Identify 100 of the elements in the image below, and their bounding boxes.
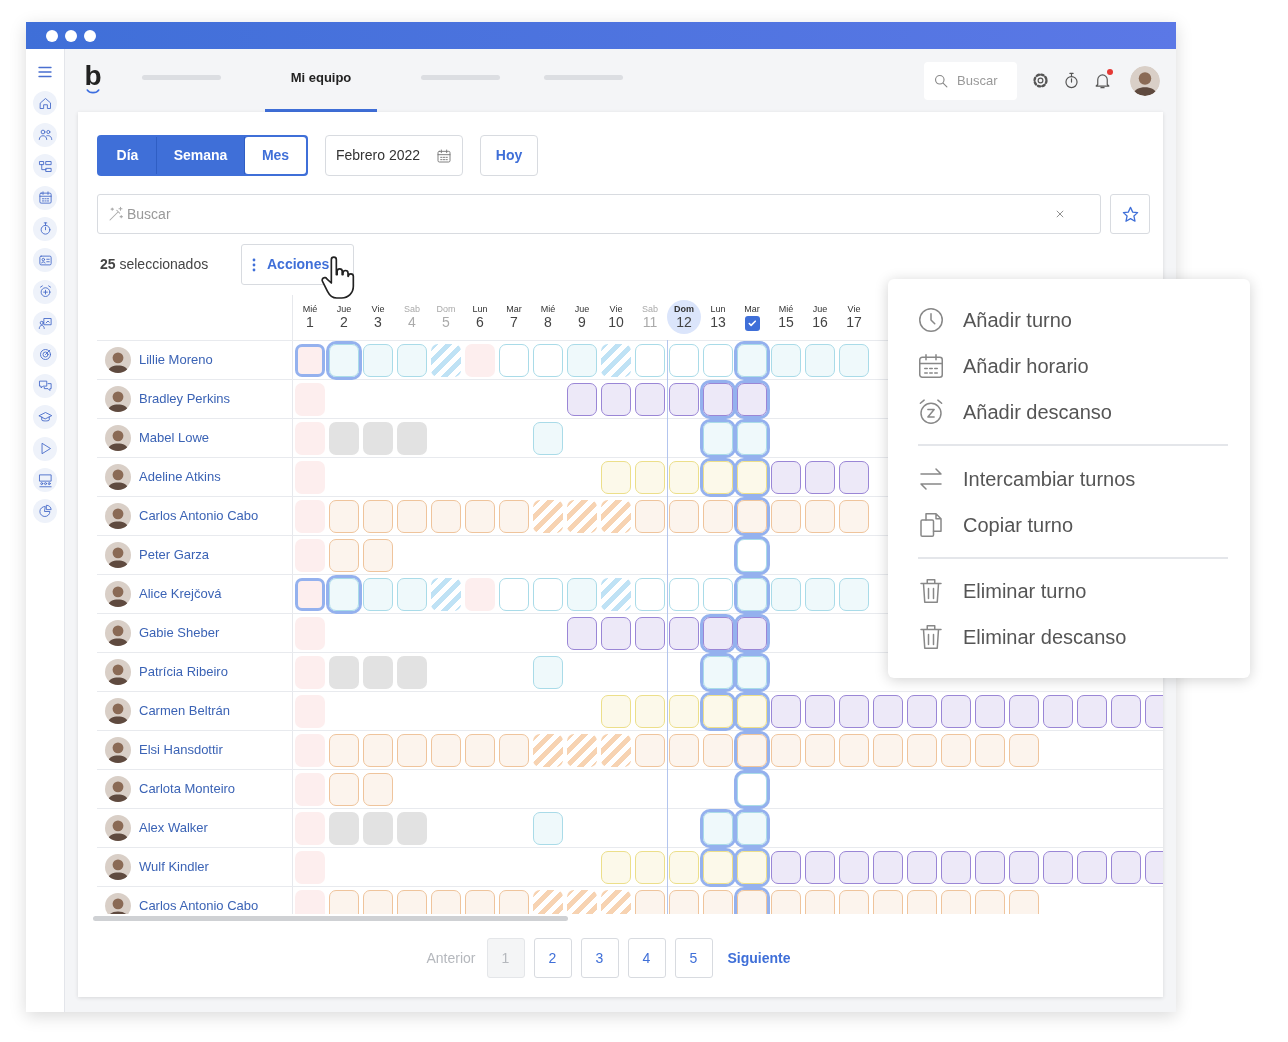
shift-block[interactable] xyxy=(771,460,801,494)
presentation-icon[interactable] xyxy=(37,315,53,331)
open-shift-block[interactable] xyxy=(635,577,665,611)
employee-name[interactable]: Lillie Moreno xyxy=(139,350,213,370)
alarm-clock-icon[interactable] xyxy=(37,284,53,300)
open-shift-block[interactable] xyxy=(499,343,529,377)
home-icon[interactable] xyxy=(37,95,53,111)
shift-block[interactable] xyxy=(669,889,699,914)
open-shift-block[interactable] xyxy=(499,577,529,611)
day-header[interactable]: Vie 3 xyxy=(361,300,395,334)
shift-block[interactable] xyxy=(907,733,937,767)
blocked-day[interactable] xyxy=(363,811,393,845)
today-button[interactable]: Hoy xyxy=(480,135,538,176)
shift-block[interactable] xyxy=(941,889,971,914)
shift-block[interactable] xyxy=(839,694,869,728)
shift-block[interactable] xyxy=(431,733,461,767)
shift-block[interactable] xyxy=(941,733,971,767)
menu-item[interactable]: Añadir descanso xyxy=(916,389,1228,436)
id-card-icon[interactable] xyxy=(37,252,53,268)
striped-shift-block[interactable] xyxy=(567,733,597,767)
shift-block[interactable] xyxy=(1111,694,1141,728)
employee-name[interactable]: Carmen Beltrán xyxy=(139,701,231,721)
shift-block[interactable] xyxy=(907,850,937,884)
page-button[interactable]: 2 xyxy=(533,938,572,978)
shift-block[interactable] xyxy=(703,733,733,767)
blocked-day[interactable] xyxy=(397,655,427,689)
shift-block[interactable] xyxy=(397,733,427,767)
day-header[interactable]: Jue 2 xyxy=(327,300,361,334)
day-checkbox[interactable] xyxy=(744,315,760,331)
shift-block[interactable] xyxy=(907,694,937,728)
shift-block[interactable] xyxy=(839,733,869,767)
shift-block[interactable] xyxy=(805,694,835,728)
shift-block[interactable] xyxy=(397,577,427,611)
shift-block[interactable] xyxy=(737,733,767,767)
shift-block[interactable] xyxy=(703,499,733,533)
shift-block[interactable] xyxy=(805,499,835,533)
open-shift-block[interactable] xyxy=(533,343,563,377)
open-shift-block[interactable] xyxy=(703,343,733,377)
blocked-day[interactable] xyxy=(397,811,427,845)
blocked-day[interactable] xyxy=(363,655,393,689)
absence-block[interactable] xyxy=(295,577,325,611)
shift-block[interactable] xyxy=(771,694,801,728)
open-shift-block[interactable] xyxy=(533,577,563,611)
shift-block[interactable] xyxy=(431,499,461,533)
shift-block[interactable] xyxy=(703,421,733,455)
striped-shift-block[interactable] xyxy=(601,499,631,533)
favorite-button[interactable] xyxy=(1110,194,1150,234)
shift-block[interactable] xyxy=(737,343,767,377)
shift-block[interactable] xyxy=(431,889,461,914)
striped-shift-block[interactable] xyxy=(601,343,631,377)
shift-block[interactable] xyxy=(1009,694,1039,728)
employee-name[interactable]: Gabie Sheber xyxy=(139,623,220,643)
shift-block[interactable] xyxy=(635,499,665,533)
shift-block[interactable] xyxy=(499,733,529,767)
shift-block[interactable] xyxy=(975,889,1005,914)
day-header[interactable]: Mar xyxy=(735,300,769,334)
shift-block[interactable] xyxy=(975,850,1005,884)
day-header[interactable]: Vie 17 xyxy=(837,300,871,334)
open-shift-block[interactable] xyxy=(635,343,665,377)
open-shift-block[interactable] xyxy=(737,772,767,806)
shift-block[interactable] xyxy=(363,577,393,611)
blocked-day[interactable] xyxy=(397,421,427,455)
day-header[interactable]: Lun 13 xyxy=(701,300,735,334)
shift-block[interactable] xyxy=(329,343,359,377)
shift-block[interactable] xyxy=(839,577,869,611)
striped-shift-block[interactable] xyxy=(533,733,563,767)
striped-shift-block[interactable] xyxy=(601,577,631,611)
shift-block[interactable] xyxy=(805,577,835,611)
employee-name[interactable]: Alex Walker xyxy=(139,818,208,838)
shift-block[interactable] xyxy=(363,733,393,767)
calendar-icon[interactable] xyxy=(37,190,53,206)
blocked-day[interactable] xyxy=(363,421,393,455)
employee-name[interactable]: Carlota Monteiro xyxy=(139,779,236,799)
shift-block[interactable] xyxy=(1009,850,1039,884)
shift-block[interactable] xyxy=(805,733,835,767)
open-shift-block[interactable] xyxy=(703,577,733,611)
tab-placeholder[interactable] xyxy=(421,75,500,80)
page-button[interactable]: 3 xyxy=(580,938,619,978)
menu-item[interactable]: Añadir horario xyxy=(916,343,1228,390)
absence-block[interactable] xyxy=(295,343,325,377)
shift-block[interactable] xyxy=(703,655,733,689)
blocked-day[interactable] xyxy=(329,811,359,845)
page-button[interactable]: 5 xyxy=(674,938,713,978)
shift-block[interactable] xyxy=(805,460,835,494)
striped-shift-block[interactable] xyxy=(601,733,631,767)
employee-name[interactable]: Carlos Antonio Cabo xyxy=(139,896,259,914)
shift-block[interactable] xyxy=(805,343,835,377)
shift-block[interactable] xyxy=(771,850,801,884)
view-tab[interactable]: Día xyxy=(99,137,157,174)
shift-block[interactable] xyxy=(567,382,597,416)
shift-block[interactable] xyxy=(703,382,733,416)
shift-block[interactable] xyxy=(1009,733,1039,767)
striped-shift-block[interactable] xyxy=(601,889,631,914)
open-shift-block[interactable] xyxy=(669,577,699,611)
striped-shift-block[interactable] xyxy=(431,343,461,377)
day-header[interactable]: Dom 12 xyxy=(667,300,701,334)
employee-name[interactable]: Mabel Lowe xyxy=(139,428,210,448)
shift-block[interactable] xyxy=(499,889,529,914)
menu-item[interactable]: Eliminar descanso xyxy=(916,613,1228,661)
shift-block[interactable] xyxy=(465,499,495,533)
